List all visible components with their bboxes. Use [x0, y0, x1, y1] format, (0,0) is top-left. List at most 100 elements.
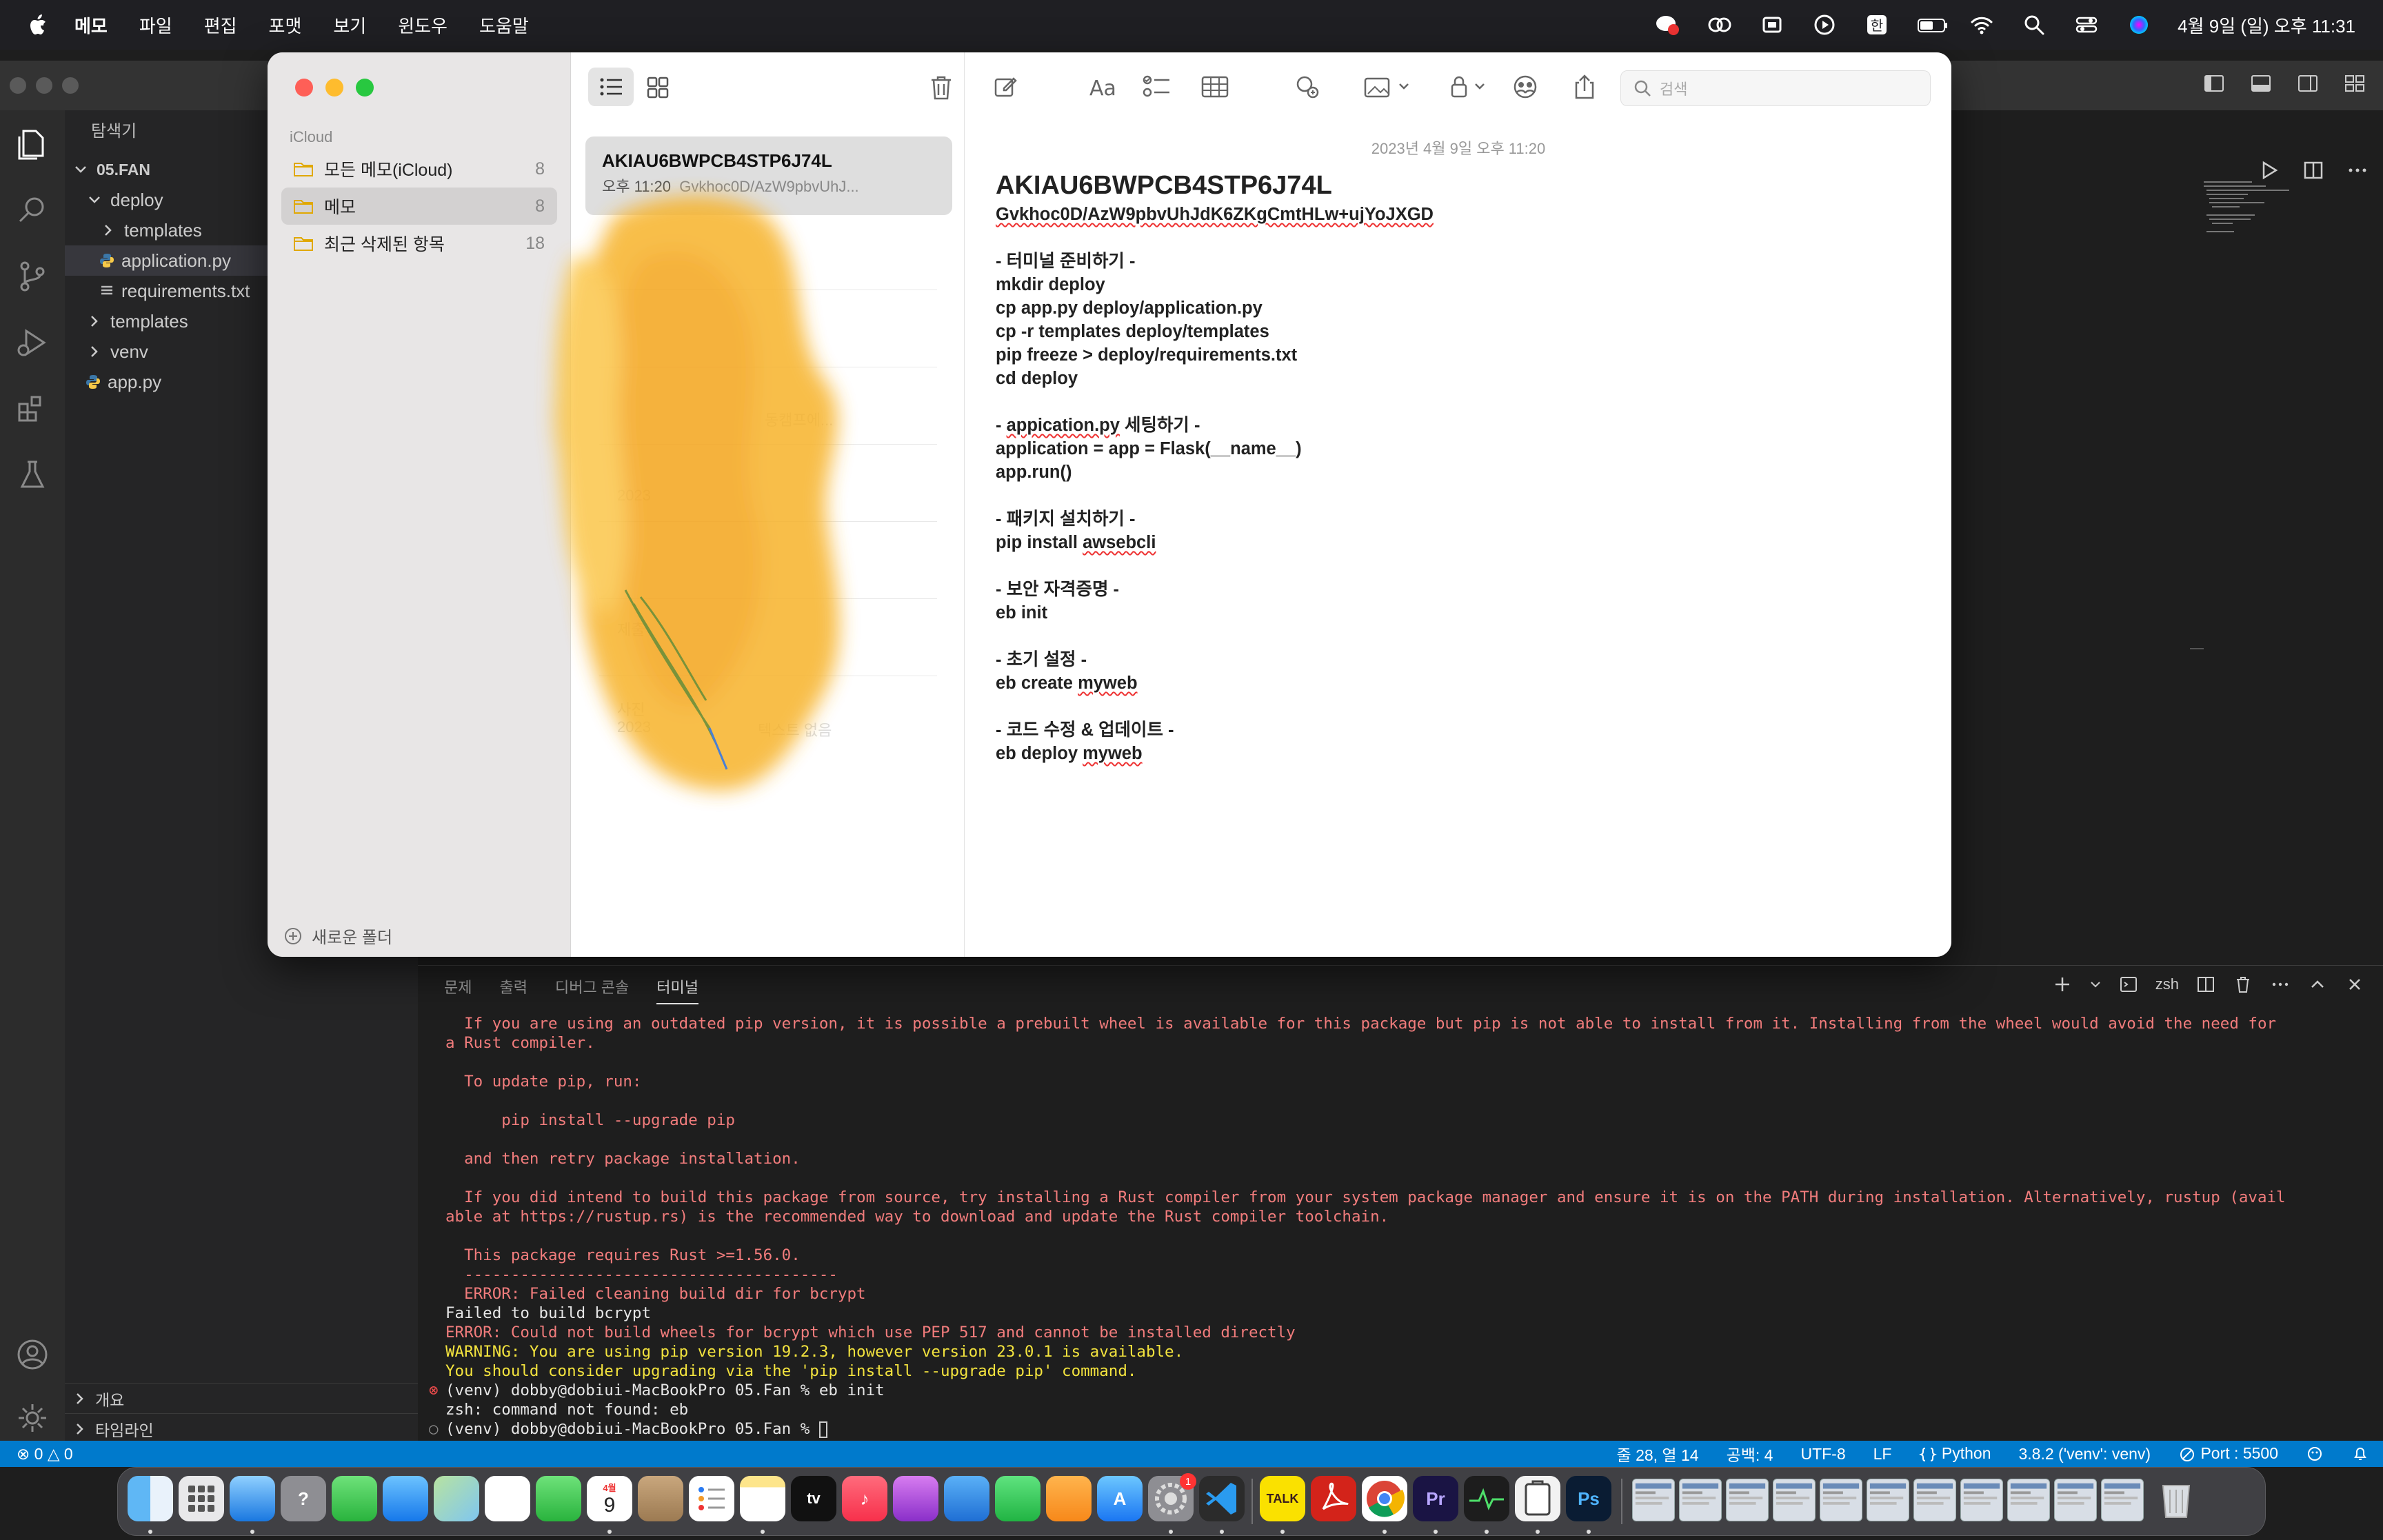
minimized-window-thumbnail[interactable]	[2054, 1479, 2097, 1521]
close-window-button[interactable]	[10, 77, 26, 94]
dock-calendar-icon[interactable]: 4월 9	[587, 1476, 632, 1521]
close-window-button[interactable]	[295, 79, 313, 97]
tab-terminal[interactable]: 터미널	[656, 975, 699, 1004]
terminal-output[interactable]: If you are using an outdated pip version…	[429, 1014, 2355, 1439]
dock-help-icon[interactable]: ?	[281, 1476, 326, 1521]
play-circle-icon[interactable]	[1811, 11, 1838, 39]
zoom-window-button[interactable]	[62, 77, 79, 94]
python-interpreter[interactable]: 3.8.2 ('venv': venv)	[2018, 1445, 2151, 1463]
search-icon[interactable]	[14, 192, 51, 229]
minimized-window-thumbnail[interactable]	[1913, 1479, 1956, 1521]
dock-clipboard-icon[interactable]	[1515, 1476, 1560, 1521]
split-terminal-icon[interactable]	[2195, 974, 2216, 995]
close-panel-icon[interactable]	[2344, 974, 2365, 995]
menu-help[interactable]: 도움말	[479, 12, 529, 38]
minimized-window-thumbnail[interactable]	[1726, 1479, 1769, 1521]
spotlight-search-icon[interactable]	[2020, 11, 2048, 39]
minimized-window-thumbnail[interactable]	[1820, 1479, 1862, 1521]
toggle-sidebar-icon[interactable]	[2202, 72, 2226, 95]
chat-status-icon[interactable]	[1653, 11, 1681, 39]
language-mode[interactable]: Python	[1919, 1444, 1991, 1463]
menu-edit[interactable]: 편집	[204, 12, 237, 38]
share-icon[interactable]	[1572, 73, 1597, 101]
cursor-position[interactable]: 줄 28, 열 14	[1617, 1442, 1699, 1466]
maximize-panel-icon[interactable]	[2307, 974, 2328, 995]
dock-photoshop-icon[interactable]: Ps	[1566, 1476, 1611, 1521]
source-control-icon[interactable]	[14, 258, 51, 295]
new-folder-button[interactable]: 새로운 폴더	[283, 924, 392, 948]
tab-debug-console[interactable]: 디버그 콘솔	[555, 975, 629, 1004]
list-view-icon[interactable]	[588, 68, 634, 106]
table-icon[interactable]	[1200, 73, 1230, 101]
minimized-window-thumbnail[interactable]	[2007, 1479, 2050, 1521]
notifications-bell-icon[interactable]	[2351, 1445, 2369, 1463]
siri-icon[interactable]	[2125, 11, 2153, 39]
kill-terminal-icon[interactable]	[2233, 974, 2253, 995]
chevron-down-icon[interactable]	[2089, 974, 2102, 995]
trash-icon[interactable]	[929, 74, 954, 101]
dock-maps-icon[interactable]	[434, 1476, 479, 1521]
outline-section[interactable]: 개요	[65, 1383, 418, 1413]
minimized-window-thumbnail[interactable]	[1679, 1479, 1722, 1521]
terminal-shell-name[interactable]: zsh	[2155, 975, 2179, 993]
menu-app-name[interactable]: 메모	[74, 12, 108, 38]
lock-icon[interactable]	[1448, 73, 1492, 101]
folder-all-notes[interactable]: 모든 메모(iCloud) 8	[281, 150, 557, 188]
dock-mail-icon[interactable]	[383, 1476, 428, 1521]
dock-notes-icon[interactable]	[740, 1476, 785, 1521]
zoom-window-button[interactable]	[356, 79, 374, 97]
minimized-window-thumbnail[interactable]	[1632, 1479, 1675, 1521]
dock-numbers-icon[interactable]	[995, 1476, 1040, 1521]
dock-trash-icon[interactable]	[2153, 1476, 2199, 1521]
dock-music-icon[interactable]: ♪	[842, 1476, 887, 1521]
live-server-port[interactable]: Port : 5500	[2178, 1444, 2278, 1463]
explorer-icon[interactable]	[14, 125, 51, 163]
dock-system-settings-icon[interactable]: 1	[1148, 1473, 1196, 1521]
minimize-window-button[interactable]	[325, 79, 343, 97]
menu-view[interactable]: 보기	[333, 12, 366, 38]
compose-icon[interactable]	[992, 73, 1019, 101]
media-attach-icon[interactable]	[1363, 73, 1415, 101]
testing-flask-icon[interactable]	[14, 456, 51, 494]
new-terminal-icon[interactable]	[2052, 974, 2073, 995]
gallery-view-icon[interactable]	[646, 76, 670, 99]
indentation[interactable]: 공백: 4	[1727, 1442, 1773, 1466]
dock-messages-icon[interactable]	[332, 1476, 377, 1521]
dock-safari-icon[interactable]	[230, 1476, 275, 1521]
minimized-window-thumbnail[interactable]	[1773, 1479, 1816, 1521]
encoding[interactable]: UTF-8	[1800, 1445, 1845, 1463]
checklist-icon[interactable]	[1142, 73, 1172, 101]
problems-count[interactable]: ⊗ 0 △ 0	[17, 1445, 73, 1463]
dock-premiere-icon[interactable]: Pr	[1413, 1476, 1458, 1521]
control-center-icon[interactable]	[2073, 11, 2100, 39]
dock-photos-icon[interactable]	[485, 1476, 530, 1521]
dock-reminders-icon[interactable]	[689, 1476, 734, 1521]
feedback-icon[interactable]	[2306, 1445, 2324, 1463]
dock-app-store-icon[interactable]: A	[1097, 1476, 1143, 1521]
more-actions-icon[interactable]	[2346, 159, 2369, 182]
dock-vscode-icon[interactable]	[1199, 1476, 1245, 1521]
dock-activity-monitor-icon[interactable]	[1464, 1476, 1509, 1521]
minimize-window-button[interactable]	[36, 77, 52, 94]
minimap[interactable]	[2197, 176, 2314, 259]
dock-chrome-icon[interactable]	[1362, 1476, 1407, 1521]
dock-kakaotalk-icon[interactable]: TALK	[1260, 1476, 1305, 1521]
dock-keynote-icon[interactable]	[944, 1476, 989, 1521]
dock-podcasts-icon[interactable]	[893, 1476, 938, 1521]
battery-icon[interactable]	[1916, 11, 1948, 39]
note-list-item-selected[interactable]: AKIAU6BWPCB4STP6J74L 오후 11:20 Gvkhoc0D/A…	[585, 136, 952, 215]
dock-facetime-icon[interactable]	[536, 1476, 581, 1521]
minimized-window-thumbnail[interactable]	[2101, 1479, 2144, 1521]
minimized-window-thumbnail[interactable]	[1867, 1479, 1909, 1521]
extensions-icon[interactable]	[14, 390, 51, 427]
dock-pages-icon[interactable]	[1046, 1476, 1092, 1521]
notes-search-field[interactable]: 검색	[1620, 70, 1931, 106]
customize-layout-icon[interactable]	[2343, 72, 2366, 95]
line-ending[interactable]: LF	[1873, 1445, 1892, 1463]
tab-problems[interactable]: 문제	[444, 975, 472, 1004]
share-people-icon[interactable]	[1510, 73, 1540, 101]
toggle-secondary-sidebar-icon[interactable]	[2296, 72, 2320, 95]
command-marker-icon[interactable]: ○	[429, 1419, 445, 1439]
folder-recently-deleted[interactable]: 최근 삭제된 항목 18	[281, 225, 557, 262]
settings-gear-icon[interactable]	[14, 1399, 51, 1437]
